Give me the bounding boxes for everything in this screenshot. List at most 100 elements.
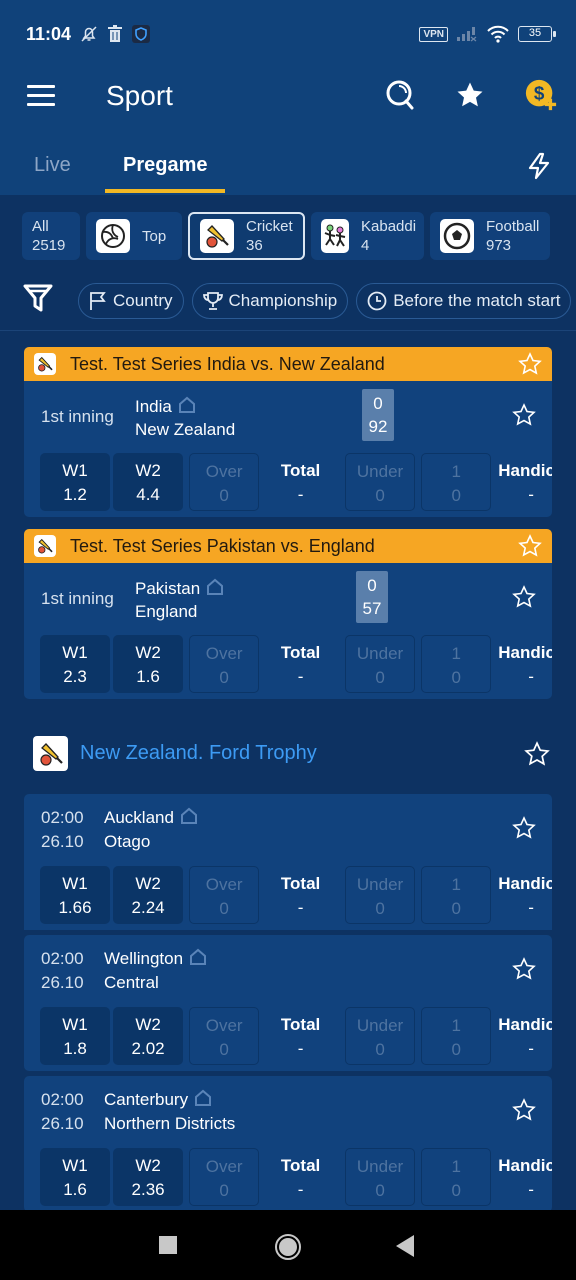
- star-outline-icon[interactable]: [512, 1098, 536, 1122]
- deposit-button[interactable]: $: [524, 78, 558, 112]
- tab-live[interactable]: Live: [34, 154, 71, 177]
- odd-w1[interactable]: W1 1.8: [40, 1007, 111, 1065]
- match-card[interactable]: 02:00 26.10 Wellington Central W1 1.8 W2 2.…: [24, 935, 552, 1071]
- sport-chip-all[interactable]: All 2519: [22, 212, 80, 260]
- sport-chip-top[interactable]: Top: [86, 212, 182, 260]
- odd-value: 0: [451, 1181, 461, 1200]
- star-outline-icon[interactable]: [518, 352, 542, 376]
- odd-value: 0: [219, 899, 229, 918]
- match-card[interactable]: Test. Test Series India vs. New Zealand …: [24, 347, 552, 517]
- odd-total: Total -: [262, 1007, 339, 1065]
- odd-over: Over 0: [189, 1007, 260, 1065]
- vpn-indicator: VPN: [419, 26, 448, 42]
- odd-value: 0: [375, 899, 385, 918]
- odd-handicap: Handicap -: [494, 866, 552, 924]
- odd-w2[interactable]: W2 2.02: [113, 1007, 184, 1065]
- odd-label: W1: [62, 1156, 88, 1175]
- score-away: 92: [368, 417, 388, 436]
- cricket-icon: [39, 742, 63, 766]
- odd-w1[interactable]: W1 1.66: [40, 866, 111, 924]
- clock-icon: [367, 291, 387, 310]
- status-time: 11:04: [26, 23, 72, 44]
- back-icon[interactable]: [396, 1235, 414, 1257]
- league-header[interactable]: New Zealand. Ford Trophy: [33, 736, 553, 771]
- sport-chip-cricket[interactable]: Cricket 36: [188, 212, 305, 260]
- svg-text:$: $: [534, 84, 545, 105]
- odd-label: 1: [451, 462, 461, 481]
- tab-active-indicator: [105, 189, 225, 193]
- odd-w2[interactable]: W2 2.24: [113, 866, 184, 924]
- tab-bar: Live Pregame: [0, 128, 576, 195]
- odd-value: -: [297, 1039, 304, 1058]
- match-time: 02:00: [41, 949, 84, 968]
- sport-chip-kabaddi[interactable]: Kabaddi 4: [311, 212, 424, 260]
- flash-button[interactable]: [526, 152, 552, 185]
- filter-button[interactable]: [22, 282, 54, 319]
- menu-icon[interactable]: [27, 85, 55, 107]
- star-outline-icon[interactable]: [512, 585, 536, 609]
- home-icon: [207, 578, 224, 595]
- odds-row: W1 1.66 W2 2.24 Over 0 Total - Under 0 10 Han…: [24, 866, 552, 930]
- odd-label: Over: [205, 644, 243, 663]
- filter-country[interactable]: Country: [78, 282, 184, 319]
- star-outline-icon[interactable]: [518, 534, 542, 558]
- odd-label: Total: [280, 874, 321, 893]
- home-nav-icon[interactable]: [274, 1233, 302, 1261]
- bell-off-icon: [81, 26, 97, 42]
- odd-label: W2: [135, 643, 161, 662]
- team-home: Wellington: [104, 949, 184, 968]
- odd-label: W2: [135, 874, 161, 893]
- cricket-icon: [38, 356, 53, 372]
- odd-w1[interactable]: W1 1.2: [40, 453, 111, 511]
- tournament-header[interactable]: Test. Test Series India vs. New Zealand: [24, 347, 552, 381]
- odd-w1[interactable]: W1 2.3: [40, 635, 111, 693]
- odd-under: Under 0: [344, 1007, 416, 1065]
- odd-label: W1: [62, 1015, 88, 1034]
- tab-pregame[interactable]: Pregame: [123, 154, 208, 177]
- star-outline-icon[interactable]: [524, 740, 550, 767]
- match-date: 26.10: [41, 1114, 84, 1133]
- star-outline-icon[interactable]: [512, 816, 536, 840]
- score-home: 0: [367, 576, 377, 595]
- home-icon: [190, 948, 207, 965]
- search-button[interactable]: [383, 78, 417, 112]
- battery-indicator: 35: [518, 26, 556, 42]
- filter-before-match-start[interactable]: Before the match start: [356, 282, 572, 319]
- match-card[interactable]: 02:00 26.10 Auckland Otago W1 1.66 W2 2.24 …: [24, 794, 552, 930]
- odd-label: Handicap: [498, 461, 552, 480]
- filter-championship[interactable]: Championship: [191, 282, 349, 319]
- favorites-button[interactable]: [453, 78, 487, 112]
- odd-label: Under: [356, 644, 404, 663]
- cricket-icon: [206, 225, 229, 248]
- odd-handicap: Handicap -: [494, 1148, 552, 1206]
- odd-value: 0: [451, 1040, 461, 1059]
- odd-w2[interactable]: W2 4.4: [113, 453, 184, 511]
- match-card[interactable]: Test. Test Series Pakistan vs. England 1…: [24, 529, 552, 699]
- home-icon: [180, 807, 197, 824]
- odd-value: -: [528, 485, 534, 504]
- star-outline-icon[interactable]: [512, 403, 536, 427]
- odd-label: Over: [205, 1157, 243, 1176]
- sport-name: Football: [486, 218, 540, 235]
- odd-w1[interactable]: W1 1.6: [40, 1148, 111, 1206]
- status-bar: 11:04 VPN 35: [0, 0, 576, 68]
- team-away: England: [135, 602, 198, 621]
- filter-icon: [23, 284, 53, 312]
- sport-chip-football[interactable]: Football 973: [430, 212, 550, 260]
- recents-icon[interactable]: [159, 1236, 177, 1254]
- odd-value: -: [528, 898, 534, 917]
- star-outline-icon[interactable]: [512, 957, 536, 981]
- odd-over: Over 0: [189, 453, 260, 511]
- match-card[interactable]: 02:00 26.10 Canterbury Northern Districts…: [24, 1076, 552, 1212]
- filter-label: Before the match start: [393, 290, 561, 310]
- odd-one: 10: [421, 866, 492, 924]
- odd-label: Handicap: [498, 874, 552, 893]
- sport-count: 973: [486, 237, 512, 254]
- odd-w2[interactable]: W2 2.36: [113, 1148, 184, 1206]
- tournament-header[interactable]: Test. Test Series Pakistan vs. England: [24, 529, 552, 563]
- odd-label: 1: [451, 1016, 461, 1035]
- odd-value: 2.36: [131, 1180, 165, 1199]
- match-time: 02:00: [41, 808, 84, 827]
- score-box: 0 57: [356, 571, 388, 623]
- odd-w2[interactable]: W2 1.6: [113, 635, 184, 693]
